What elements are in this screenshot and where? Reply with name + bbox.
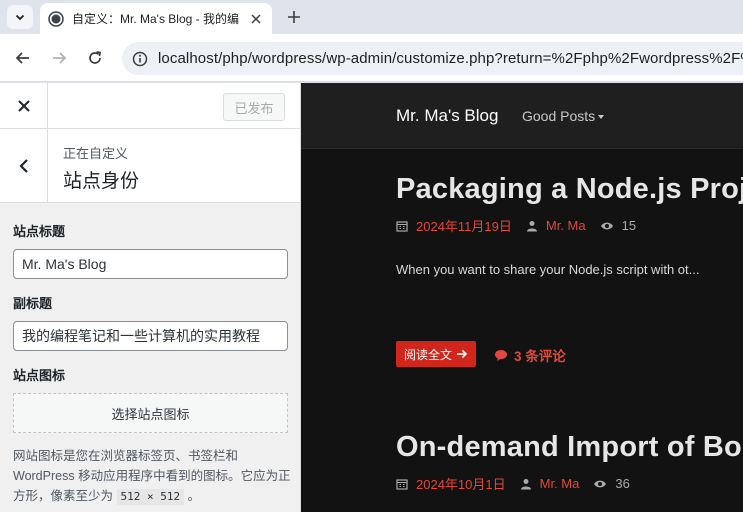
- menu-item-good-posts[interactable]: Good Posts: [522, 108, 605, 124]
- site-title-input[interactable]: Mr. Ma's Blog: [13, 249, 288, 279]
- site-navbar: Mr. Ma's Blog Good Posts: [301, 83, 743, 149]
- post-item: Packaging a Node.js Project 2024年11月19日 …: [396, 173, 743, 277]
- post-views: 36: [615, 476, 630, 491]
- site-title-control: 站点标题 Mr. Ma's Blog: [0, 221, 300, 279]
- site-icon-control: 站点图标 选择站点图标 网站图标是您在浏览器标签页、书签栏和WordPress …: [0, 365, 300, 506]
- site-preview: Mr. Ma's Blog Good Posts Packaging a Nod…: [301, 83, 743, 512]
- arrow-right-icon: [53, 52, 67, 64]
- user-icon: [526, 220, 538, 232]
- chevron-left-icon: [18, 158, 28, 173]
- back-to-panels-button[interactable]: [0, 129, 48, 202]
- comment-icon: [495, 349, 507, 361]
- reload-icon: [89, 51, 101, 64]
- tab-close-icon[interactable]: [248, 11, 264, 27]
- tab-title: 自定义：Mr. Ma's Blog - 我的编: [72, 12, 239, 26]
- address-bar[interactable]: localhost/php/wordpress/wp-admin/customi…: [122, 42, 743, 75]
- post-meta: 2024年11月19日 Mr. Ma 15: [396, 216, 743, 235]
- tagline-label: 副标题: [13, 296, 53, 311]
- post-title-link[interactable]: Packaging a Node.js Project: [396, 173, 743, 206]
- back-button[interactable]: [11, 46, 35, 70]
- site-title-label: 站点标题: [13, 224, 66, 239]
- user-icon: [520, 478, 532, 490]
- arrow-right-icon: [457, 349, 468, 359]
- browser-toolbar: localhost/php/wordpress/wp-admin/customi…: [0, 34, 743, 82]
- browser-tab[interactable]: 自定义：Mr. Ma's Blog - 我的编: [40, 3, 272, 34]
- calendar-icon: [396, 478, 408, 490]
- post-meta: 2024年10月1日 Mr. Ma 36: [396, 474, 743, 493]
- eye-icon: [593, 479, 607, 489]
- post-date[interactable]: 2024年11月19日: [416, 216, 512, 235]
- section-title: 站点身份: [63, 171, 140, 192]
- customizer-sidebar: 已发布 正在自定义 站点身份 站点标题 Mr. Ma's Blog 副标题 我的…: [0, 83, 301, 512]
- tab-strip: 自定义：Mr. Ma's Blog - 我的编: [0, 0, 743, 34]
- close-customizer-button[interactable]: [0, 83, 48, 128]
- site-icon-label: 站点图标: [13, 368, 66, 383]
- close-icon: [17, 99, 30, 112]
- post-item: On-demand Import of Bo 2024年10月1日 Mr. Ma…: [396, 431, 743, 493]
- arrow-left-icon: [15, 52, 29, 64]
- post-author[interactable]: Mr. Ma: [546, 218, 586, 233]
- site-info-icon[interactable]: [132, 51, 148, 67]
- customizing-label: 正在自定义: [63, 146, 129, 161]
- chevron-down-icon: [15, 14, 25, 21]
- site-brand-link[interactable]: Mr. Ma's Blog: [396, 106, 498, 126]
- post-views: 15: [621, 218, 637, 233]
- new-tab-button[interactable]: [283, 6, 305, 28]
- post-date[interactable]: 2024年10月1日: [416, 474, 506, 493]
- tagline-control: 副标题 我的编程笔记和一些计算机的实用教程: [0, 293, 300, 351]
- calendar-icon: [396, 220, 408, 232]
- post-title-link[interactable]: On-demand Import of Bo: [396, 431, 743, 464]
- reload-button[interactable]: [83, 46, 107, 70]
- post-excerpt: When you want to share your Node.js scri…: [396, 262, 700, 277]
- select-site-icon-button[interactable]: 选择站点图标: [13, 393, 288, 433]
- tab-search-button[interactable]: [7, 5, 33, 29]
- eye-icon: [600, 221, 614, 231]
- url-text: localhost/php/wordpress/wp-admin/customi…: [158, 50, 743, 67]
- comments-link[interactable]: 3 条评论: [494, 345, 566, 365]
- site-icon-description: 网站图标是您在浏览器标签页、书签栏和WordPress 移动应用程序中看到的图标…: [13, 449, 291, 505]
- publish-button[interactable]: 已发布: [223, 93, 285, 121]
- caret-down-icon: [598, 115, 605, 120]
- tagline-input[interactable]: 我的编程笔记和一些计算机的实用教程: [13, 321, 288, 351]
- post-author[interactable]: Mr. Ma: [540, 476, 580, 491]
- plus-icon: [288, 11, 300, 23]
- read-more-button[interactable]: 阅读全文: [396, 341, 477, 367]
- customizer-header: 已发布: [0, 83, 300, 129]
- section-header: 正在自定义 站点身份: [0, 129, 300, 203]
- icon-size-code: 512 × 512: [116, 489, 185, 505]
- wordpress-favicon-icon: [48, 10, 64, 27]
- forward-button[interactable]: [47, 46, 71, 70]
